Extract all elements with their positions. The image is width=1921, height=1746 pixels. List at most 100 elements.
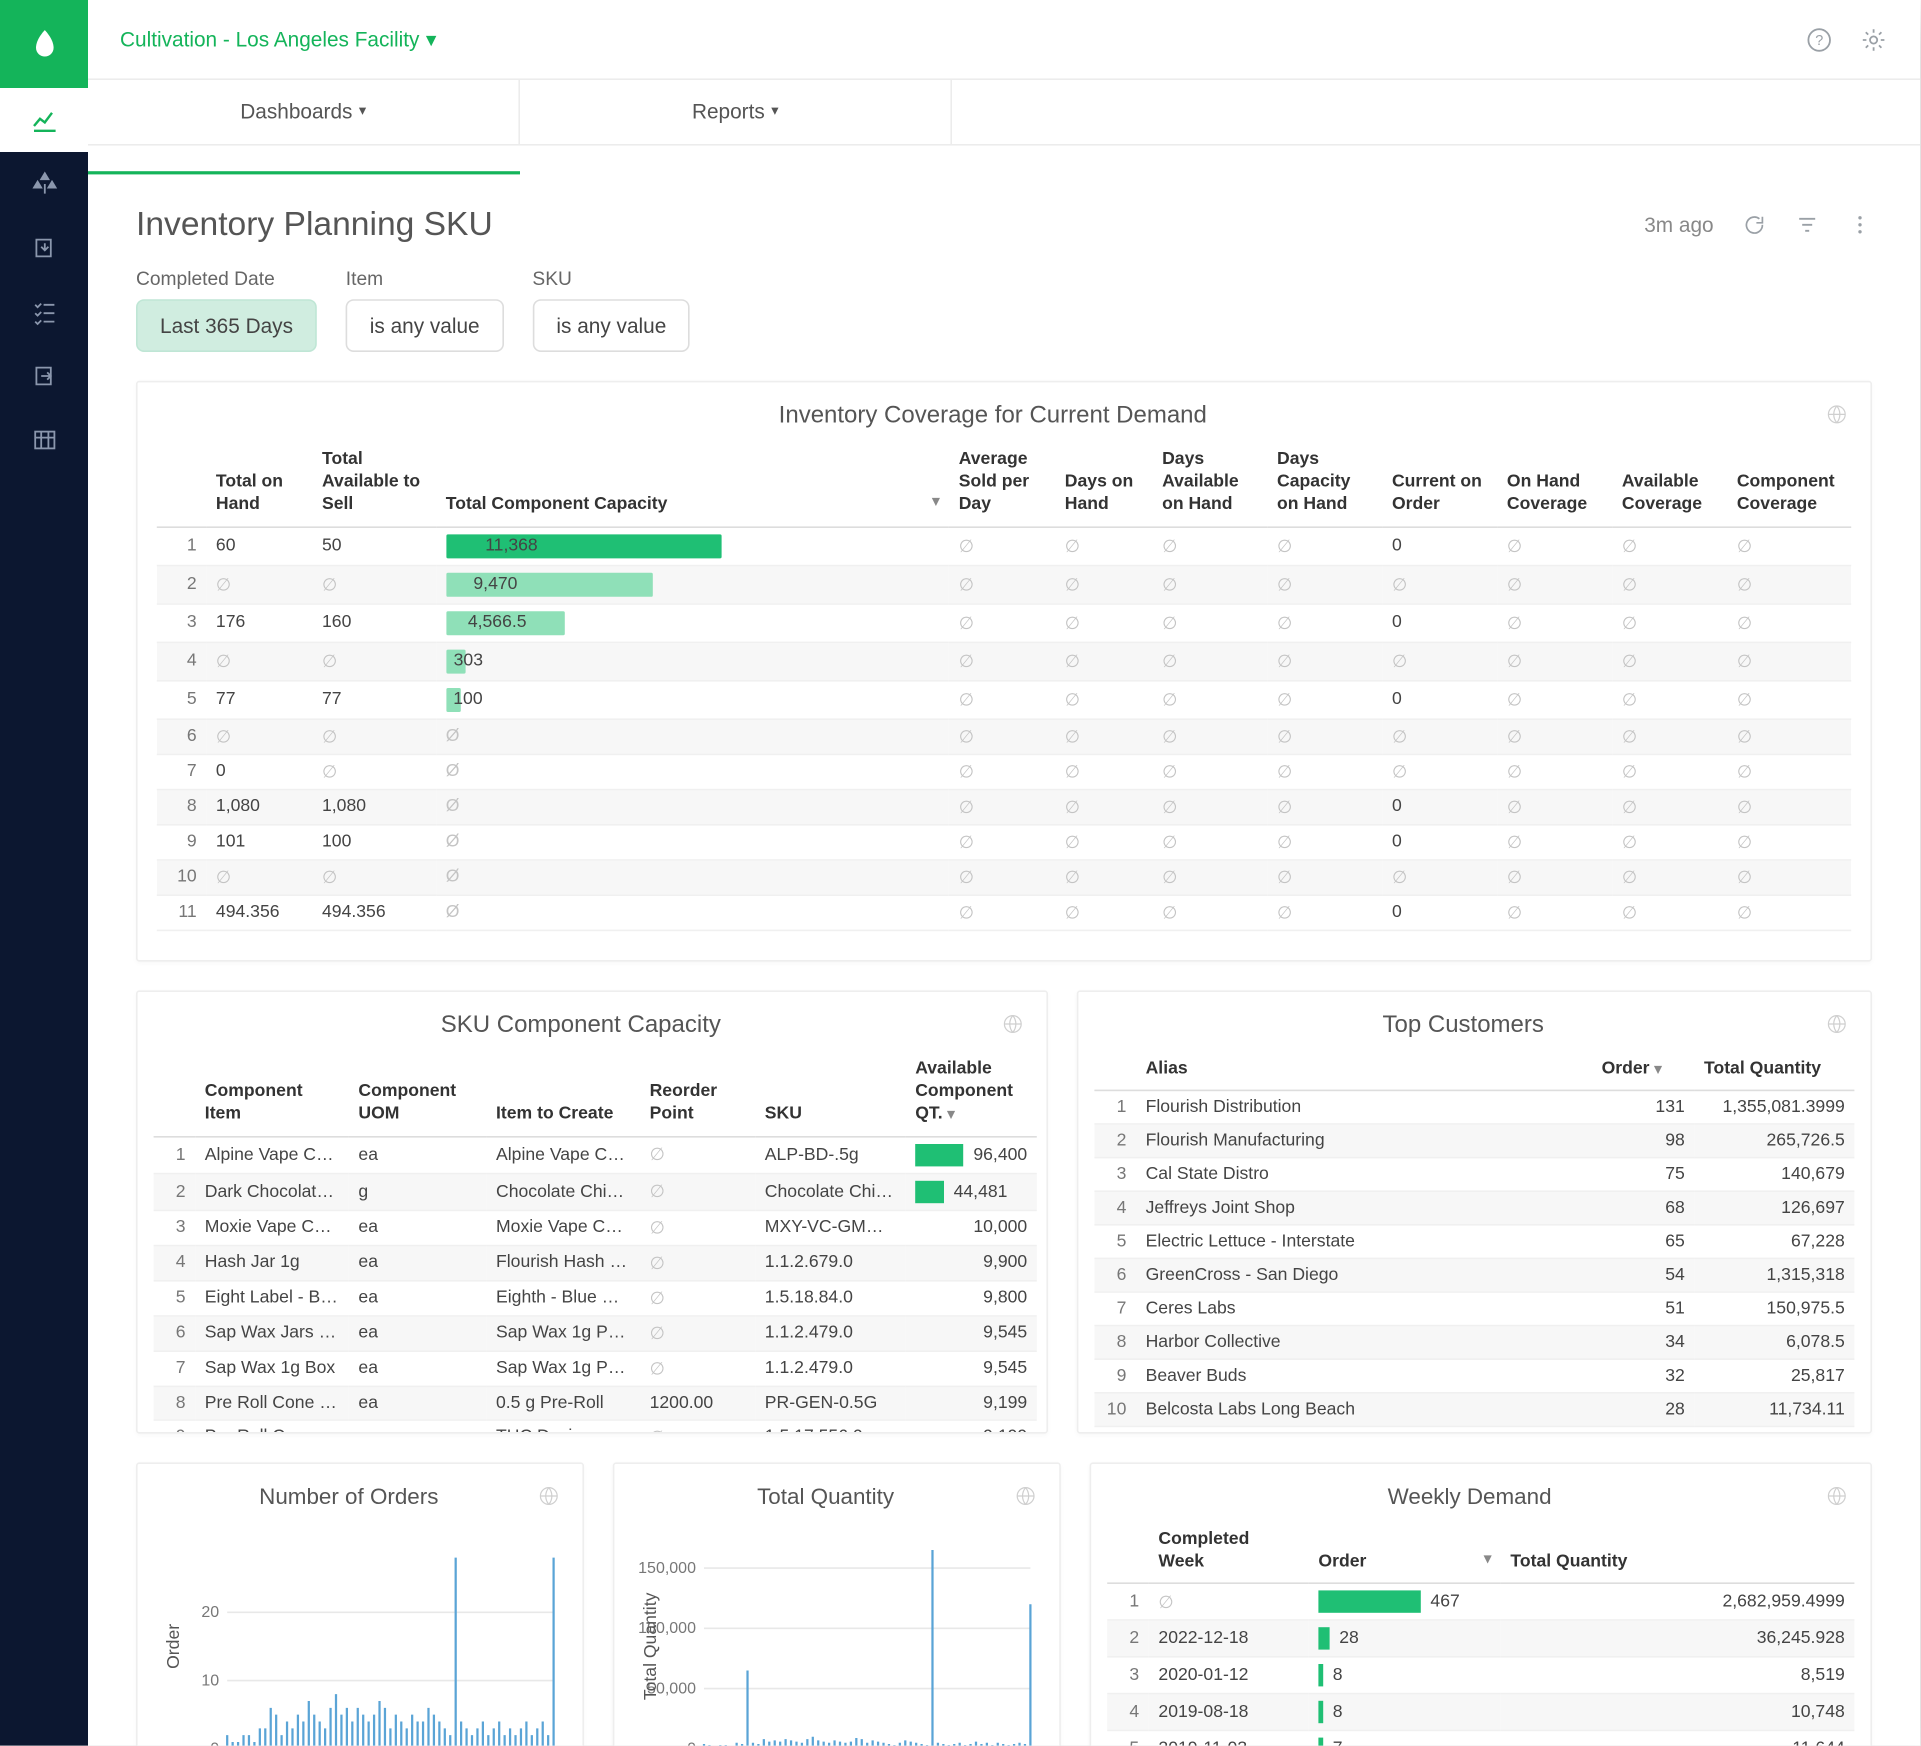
facility-picker[interactable]: Cultivation - Los Angeles Facility ▾ — [120, 27, 436, 53]
filter-icon[interactable] — [1795, 213, 1819, 237]
column-header[interactable] — [157, 438, 207, 527]
svg-text:20: 20 — [201, 1604, 219, 1621]
tabbar: Dashboards ▾ Reports ▾ — [88, 81, 1920, 145]
table-row[interactable]: 32020-01-1288,519 — [1107, 1657, 1854, 1694]
column-header[interactable]: Component Coverage — [1727, 438, 1851, 527]
table-row[interactable]: 11∅2142 — [1094, 1426, 1854, 1431]
column-header[interactable]: Available Component QT.▾ — [906, 1048, 1037, 1137]
svg-text:150,000: 150,000 — [638, 1559, 696, 1576]
sidebar-item-tasks[interactable] — [0, 280, 88, 344]
table-row[interactable]: 81,0801,080Ø∅∅∅∅0∅∅∅ — [157, 789, 1851, 824]
column-header[interactable] — [1107, 1518, 1149, 1584]
table-row[interactable]: 52019-11-03711,644 — [1107, 1731, 1854, 1746]
sidebar-item-analytics[interactable] — [0, 88, 88, 152]
table-row[interactable]: 3Cal State Distro75140,679 — [1094, 1158, 1854, 1192]
table-row[interactable]: 10∅∅Ø∅∅∅∅∅∅∅∅ — [157, 860, 1851, 895]
column-header[interactable]: Reorder Point — [640, 1048, 755, 1137]
column-header[interactable]: Completed Week — [1149, 1518, 1309, 1584]
help-icon[interactable]: ? — [1805, 25, 1834, 54]
table-row[interactable]: 11494.356494.356Ø∅∅∅∅0∅∅∅ — [157, 895, 1851, 930]
table-row[interactable]: 42019-08-18810,748 — [1107, 1694, 1854, 1731]
column-header[interactable]: Total on Hand — [206, 438, 312, 527]
table-row[interactable]: 2∅∅9,470∅∅∅∅∅∅∅∅ — [157, 565, 1851, 603]
table-row[interactable]: 22022-12-182836,245.928 — [1107, 1621, 1854, 1658]
chevron-down-icon: ▾ — [947, 1106, 954, 1122]
table-row[interactable]: 31761604,566.5∅∅∅∅0∅∅∅ — [157, 604, 1851, 642]
gear-icon[interactable] — [1859, 25, 1888, 54]
table-row[interactable]: 1Flourish Distribution1311,355,081.3999 — [1094, 1090, 1854, 1124]
column-header[interactable]: Average Sold per Day — [949, 438, 1055, 527]
column-header[interactable]: Current on Order — [1382, 438, 1497, 527]
table-row[interactable]: 6∅∅Ø∅∅∅∅∅∅∅∅ — [157, 719, 1851, 754]
table-row[interactable]: 9101100Ø∅∅∅∅0∅∅∅ — [157, 824, 1851, 859]
table-row[interactable]: 70∅Ø∅∅∅∅∅∅∅∅ — [157, 754, 1851, 789]
column-header[interactable]: SKU — [755, 1048, 905, 1137]
table-row[interactable]: 7Ceres Labs51150,975.5 — [1094, 1292, 1854, 1326]
table-row[interactable]: 2Flourish Manufacturing98265,726.5 — [1094, 1124, 1854, 1158]
filter-sku[interactable]: is any value — [532, 299, 690, 352]
table-row[interactable]: 2Dark Chocolate …gChocolate Chip …∅Choco… — [154, 1173, 1037, 1210]
table-row[interactable]: 6Sap Wax Jars & …eaSap Wax 1g Pac…∅1.1.2… — [154, 1315, 1037, 1350]
column-header[interactable] — [1094, 1048, 1136, 1091]
table-row[interactable]: 7Sap Wax 1g BoxeaSap Wax 1g Pac…∅1.1.2.4… — [154, 1351, 1037, 1386]
column-header[interactable]: Order▾ — [1592, 1048, 1694, 1091]
globe-icon[interactable] — [538, 1484, 560, 1506]
column-header[interactable]: Alias — [1136, 1048, 1592, 1091]
table-row[interactable]: 1605011,368∅∅∅∅0∅∅∅ — [157, 527, 1851, 565]
svg-text:Total Quantity: Total Quantity — [640, 1592, 660, 1700]
globe-icon[interactable] — [1826, 1484, 1848, 1506]
sidebar-item-data[interactable] — [0, 408, 88, 472]
column-header[interactable]: Order▾ — [1309, 1518, 1501, 1584]
column-header[interactable]: Item to Create — [486, 1048, 640, 1137]
tab-reports[interactable]: Reports ▾ — [520, 81, 952, 144]
table-row[interactable]: 9Pre Roll Cone - 1geaTHC Design - Pr…∅1.… — [154, 1419, 1037, 1431]
table-row[interactable]: 57777100∅∅∅∅0∅∅∅ — [157, 680, 1851, 718]
globe-icon[interactable] — [1014, 1484, 1036, 1506]
svg-text:10: 10 — [201, 1672, 219, 1689]
column-header[interactable]: Total Available to Sell — [312, 438, 436, 527]
tab-dashboards[interactable]: Dashboards ▾ — [88, 81, 520, 144]
table-row[interactable]: 6GreenCross - San Diego541,315,318 — [1094, 1258, 1854, 1292]
filter-completed-date[interactable]: Last 365 Days — [136, 299, 317, 352]
refresh-icon[interactable] — [1742, 213, 1766, 237]
column-header[interactable]: Component Item — [195, 1048, 349, 1137]
column-header[interactable]: Days on Hand — [1055, 438, 1152, 527]
column-header[interactable]: Days Capacity on Hand — [1267, 438, 1382, 527]
panel-total-quantity: Total Quantity 050,000100,000150,0002020… — [613, 1462, 1061, 1746]
sidebar-item-plants[interactable] — [0, 152, 88, 216]
kebab-icon[interactable] — [1848, 213, 1872, 237]
column-header[interactable] — [154, 1048, 196, 1137]
column-header[interactable]: Total Component Capacity▾ — [436, 438, 949, 527]
globe-icon[interactable] — [1002, 1013, 1024, 1035]
table-row[interactable]: 8Pre Roll Cone - 1gea0.5 g Pre-Roll1200.… — [154, 1386, 1037, 1420]
column-header[interactable]: Available Coverage — [1612, 438, 1727, 527]
globe-icon[interactable] — [1826, 404, 1848, 426]
table-row[interactable]: 10Belcosta Labs Long Beach2811,734.11 — [1094, 1393, 1854, 1427]
table-row[interactable]: 1∅4672,682,959.4999 — [1107, 1584, 1854, 1621]
column-header[interactable]: Days Available on Hand — [1152, 438, 1267, 527]
table-row[interactable]: 9Beaver Buds3225,817 — [1094, 1359, 1854, 1393]
table-row[interactable]: 4Hash Jar 1geaFlourish Hash - …∅1.1.2.67… — [154, 1245, 1037, 1280]
panel-top-customers: Top Customers AliasOrder▾Total Quantity … — [1077, 990, 1872, 1433]
table-row[interactable]: 4∅∅303∅∅∅∅∅∅∅∅ — [157, 642, 1851, 680]
svg-text:0: 0 — [687, 1740, 696, 1745]
globe-icon[interactable] — [1826, 1013, 1848, 1035]
svg-text:Order: Order — [163, 1623, 183, 1668]
sidebar-item-inbound[interactable] — [0, 216, 88, 280]
sidebar-item-outbound[interactable] — [0, 344, 88, 408]
table-row[interactable]: 4Jeffreys Joint Shop68126,697 — [1094, 1191, 1854, 1225]
chevron-down-icon: ▾ — [1654, 1060, 1661, 1076]
column-header[interactable]: Total Quantity — [1501, 1518, 1855, 1584]
table-row[interactable]: 1Alpine Vape Cart…eaAlpine Vape Car…∅ALP… — [154, 1136, 1037, 1173]
table-row[interactable]: 3Moxie Vape Cart…eaMoxie Vape Cart…∅MXY-… — [154, 1210, 1037, 1245]
table-row[interactable]: 8Harbor Collective346,078.5 — [1094, 1326, 1854, 1360]
column-header[interactable]: Total Quantity — [1694, 1048, 1854, 1091]
column-header[interactable]: Component UOM — [349, 1048, 487, 1137]
app-logo[interactable] — [0, 0, 88, 88]
table-row[interactable]: 5Electric Lettuce - Interstate6567,228 — [1094, 1225, 1854, 1259]
panel-weekly-demand: Weekly Demand Completed WeekOrder▾Total … — [1090, 1462, 1872, 1746]
table-row[interactable]: 5Eight Label - Blu…eaEighth - Blue Dr…∅1… — [154, 1280, 1037, 1315]
coverage-table: Total on HandTotal Available to SellTota… — [157, 438, 1851, 931]
column-header[interactable]: On Hand Coverage — [1497, 438, 1612, 527]
filter-item[interactable]: is any value — [346, 299, 504, 352]
